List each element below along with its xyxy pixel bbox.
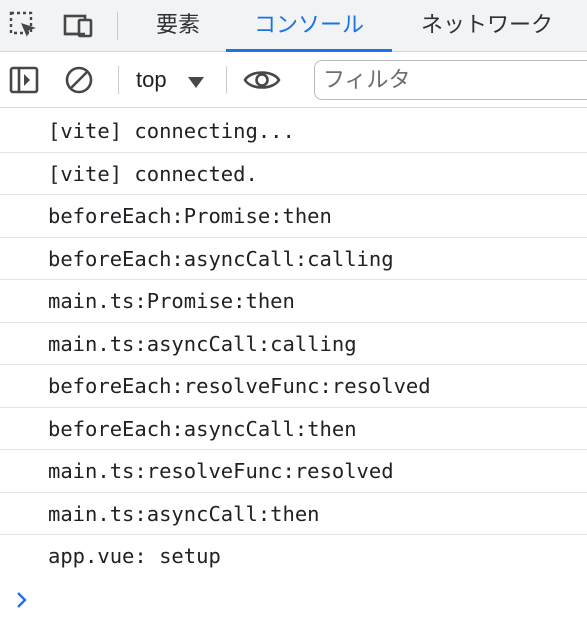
tab-divider (117, 12, 118, 40)
eye-icon[interactable] (242, 64, 282, 96)
toggle-sidebar-icon[interactable] (8, 64, 40, 96)
console-message: beforeEach:asyncCall:then (0, 408, 587, 450)
tab-console[interactable]: コンソール (226, 0, 392, 52)
console-message: main.ts:asyncCall:calling (0, 323, 587, 365)
chevron-down-icon (188, 74, 204, 93)
console-toolbar: top (0, 52, 587, 108)
filter-input[interactable] (314, 60, 587, 100)
tab-network[interactable]: ネットワーク (402, 0, 572, 51)
console-message: beforeEach:resolveFunc:resolved (0, 365, 587, 408)
console-message: app.vue: setup (48, 544, 221, 568)
inspect-element-icon[interactable] (8, 10, 40, 42)
console-message: main.ts:asyncCall:then (0, 493, 587, 535)
console-message: main.ts:Promise:then (0, 280, 587, 323)
toolbar-divider (118, 66, 119, 94)
tab-elements[interactable]: 要素 (140, 0, 216, 51)
context-label: top (136, 67, 167, 92)
console-message: [vite] connected. (0, 153, 587, 195)
clear-console-icon[interactable] (63, 64, 95, 96)
device-toolbar-icon[interactable] (62, 10, 94, 42)
console-message: [vite] connecting... (0, 110, 587, 153)
console-message: beforeEach:asyncCall:calling (0, 238, 587, 280)
toolbar-divider (226, 66, 227, 94)
console-message: main.ts:resolveFunc:resolved (0, 450, 587, 493)
devtools-tab-bar: 要素 コンソール ネットワーク (0, 0, 587, 52)
chevron-right-icon[interactable] (10, 588, 34, 612)
console-message: beforeEach:Promise:then (0, 195, 587, 238)
console-messages: [vite] connecting... [vite] connected. b… (0, 110, 587, 578)
context-selector[interactable]: top (128, 64, 214, 96)
